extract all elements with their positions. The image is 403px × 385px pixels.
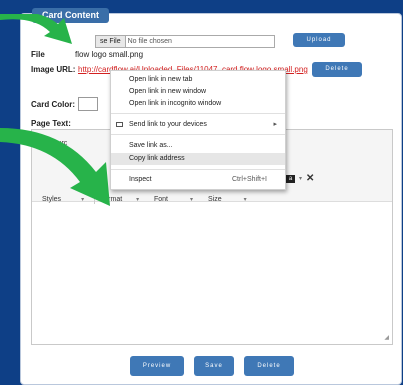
menu-item-save-link-as[interactable]: Save link as... (111, 140, 285, 152)
menu-item-shortcut: Ctrl+Shift+I (231, 176, 267, 183)
menu-divider (111, 113, 285, 114)
menu-divider (111, 134, 285, 135)
menu-item-inspect[interactable]: Inspect Ctrl+Shift+I (111, 174, 285, 186)
file-name: flow logo small.png (75, 50, 144, 59)
file-status: No file chosen (127, 38, 172, 45)
image-delete-button[interactable]: Delete (312, 62, 362, 77)
context-menu: Open link in new tab Open link in new wi… (110, 70, 286, 190)
chevron-down-icon: ▾ (136, 197, 140, 203)
chevron-down-icon: ▾ (243, 197, 247, 203)
annotation-arrow-top-icon (0, 14, 72, 44)
menu-item-label: Copy link address (129, 155, 185, 162)
menu-item-open-incognito[interactable]: Open link in incognito window (111, 98, 285, 110)
maximize-icon: ✕ (306, 173, 315, 184)
chevron-down-icon: ▾ (190, 197, 194, 203)
file-input[interactable]: se File No file chosen (95, 35, 275, 48)
card-color-label: Card Color: (31, 100, 75, 109)
menu-item-label: Send link to your devices (129, 121, 207, 128)
size-dropdown[interactable]: Size ▾ (208, 196, 247, 203)
save-button[interactable]: Save (194, 356, 234, 376)
text-color-icon: a (286, 175, 295, 183)
font-dropdown[interactable]: Font ▾ (154, 196, 193, 203)
preview-button[interactable]: Preview (130, 356, 184, 376)
upload-button[interactable]: Upload (293, 33, 345, 47)
menu-item-copy-link-address[interactable]: Copy link address (111, 153, 285, 165)
size-label: Size (208, 196, 222, 203)
menu-divider (111, 169, 285, 170)
chevron-right-icon: ▸ (273, 121, 277, 128)
page-text-label: Page Text: (31, 119, 71, 128)
font-label: Font (154, 196, 169, 203)
device-icon (116, 122, 123, 127)
text-color-button[interactable]: a ▾ (286, 175, 302, 183)
maximize-button[interactable]: ✕ (306, 173, 314, 184)
menu-item-label: Open link in incognito window (129, 100, 222, 107)
annotation-arrow-bottom-icon (0, 128, 110, 206)
menu-item-label: Open link in new tab (129, 76, 193, 83)
menu-item-open-new-window[interactable]: Open link in new window (111, 86, 285, 98)
chevron-down-icon: ▾ (299, 176, 303, 182)
choose-file-button[interactable]: se File (96, 36, 126, 47)
delete-button[interactable]: Delete (244, 356, 294, 376)
menu-item-label: Open link in new window (129, 88, 207, 95)
card-color-swatch[interactable] (78, 97, 98, 111)
image-url-label: Image URL: (31, 65, 76, 74)
menu-item-label: Save link as... (129, 142, 173, 149)
menu-item-send-to-devices[interactable]: Send link to your devices ▸ (111, 119, 285, 131)
menu-item-open-new-tab[interactable]: Open link in new tab (111, 74, 285, 86)
resize-handle-icon[interactable]: ◢ (384, 334, 389, 341)
menu-item-label: Inspect (129, 176, 152, 183)
